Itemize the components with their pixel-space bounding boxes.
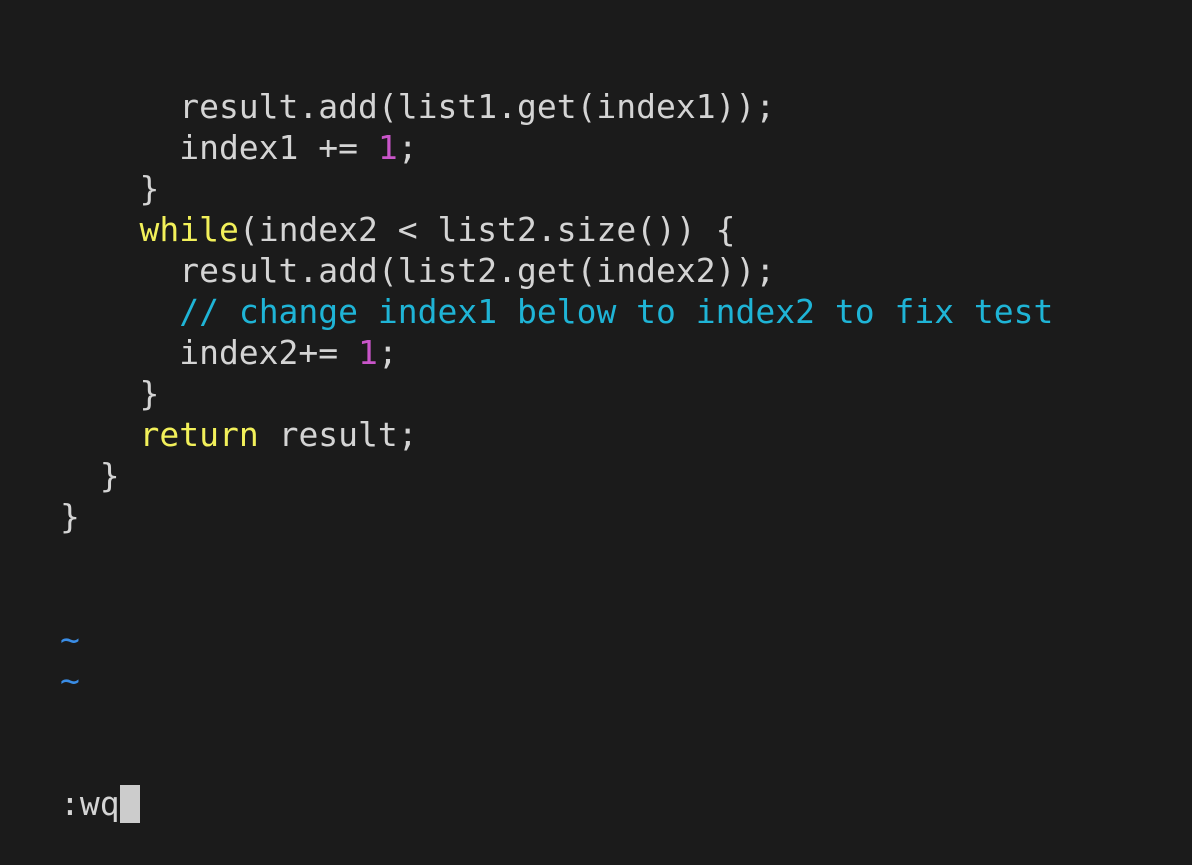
code-line[interactable] <box>60 578 1053 619</box>
code-text: index1 += <box>60 128 378 167</box>
code-line[interactable]: return result; <box>60 414 1053 455</box>
command-line[interactable]: :wq <box>60 783 1053 824</box>
code-text: } <box>60 456 120 495</box>
code-text: ; <box>377 333 398 372</box>
code-line[interactable]: index1 += 1; <box>60 127 1053 168</box>
code-text: result.add(list1.get(index1)); <box>60 87 776 126</box>
empty-line-marker[interactable]: ~ <box>60 619 1053 660</box>
code-line[interactable]: result.add(list2.get(index2)); <box>60 250 1053 291</box>
code-text: result; <box>258 415 418 454</box>
keyword: while <box>139 210 239 249</box>
code-line[interactable]: index2+= 1; <box>60 332 1053 373</box>
code-line[interactable]: } <box>60 168 1053 209</box>
text-buffer[interactable]: result.add(list1.get(index1)); index1 +=… <box>60 86 1053 701</box>
code-line[interactable]: result.add(list1.get(index1)); <box>60 86 1053 127</box>
tilde-marker: ~ <box>60 620 80 659</box>
code-line[interactable]: while(index2 < list2.size()) { <box>60 209 1053 250</box>
code-text: result.add(list2.get(index2)); <box>60 251 776 290</box>
vim-editor[interactable]: result.add(list1.get(index1)); index1 +=… <box>60 4 1053 865</box>
code-line[interactable]: // change index1 below to index2 to fix … <box>60 291 1053 332</box>
code-text: } <box>60 374 160 413</box>
code-line[interactable]: } <box>60 496 1053 537</box>
empty-line-marker[interactable]: ~ <box>60 660 1053 701</box>
code-text: } <box>60 169 160 208</box>
code-text: } <box>60 497 80 536</box>
command-text: :wq <box>60 784 120 823</box>
number-literal: 1 <box>358 333 378 372</box>
tilde-marker: ~ <box>60 661 80 700</box>
code-line[interactable] <box>60 537 1053 578</box>
code-text: ; <box>397 128 418 167</box>
keyword: return <box>139 415 259 454</box>
code-text: (index2 < list2.size()) { <box>238 210 736 249</box>
code-line[interactable]: } <box>60 373 1053 414</box>
cursor <box>119 785 140 823</box>
comment: // change index1 below to index2 to fix … <box>179 292 1054 331</box>
number-literal: 1 <box>377 128 398 167</box>
code-text: index2+= <box>60 333 359 372</box>
code-line[interactable]: } <box>60 455 1053 496</box>
